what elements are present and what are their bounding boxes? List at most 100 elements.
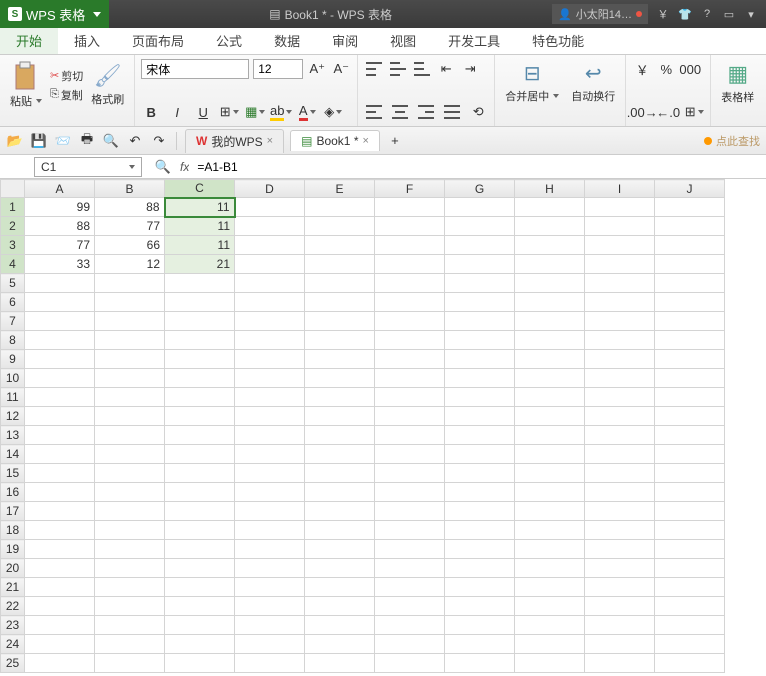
cell[interactable]: [585, 597, 655, 616]
cell[interactable]: [585, 635, 655, 654]
tab-layout[interactable]: 页面布局: [116, 28, 200, 54]
underline-button[interactable]: U: [193, 102, 213, 122]
cell[interactable]: [515, 464, 585, 483]
cell[interactable]: [25, 654, 95, 673]
cell[interactable]: [235, 597, 305, 616]
border-button[interactable]: ⊞: [219, 102, 239, 122]
cell[interactable]: [445, 274, 515, 293]
cell[interactable]: [305, 236, 375, 255]
cell[interactable]: [375, 255, 445, 274]
cell[interactable]: [655, 635, 725, 654]
select-all-corner[interactable]: [1, 180, 25, 198]
cell[interactable]: 11: [165, 236, 235, 255]
shirt-icon[interactable]: 👕: [678, 7, 692, 21]
print-icon[interactable]: 🖶: [78, 132, 96, 150]
cell[interactable]: [165, 635, 235, 654]
row-header[interactable]: 5: [1, 274, 25, 293]
cell[interactable]: [235, 540, 305, 559]
name-box[interactable]: C1: [34, 157, 142, 177]
cell[interactable]: [585, 198, 655, 217]
cell[interactable]: [515, 616, 585, 635]
cell[interactable]: [305, 198, 375, 217]
row-header[interactable]: 11: [1, 388, 25, 407]
cell[interactable]: [585, 293, 655, 312]
tab-review[interactable]: 审阅: [316, 28, 374, 54]
cell[interactable]: [515, 654, 585, 673]
tab-view[interactable]: 视图: [374, 28, 432, 54]
cell[interactable]: [305, 255, 375, 274]
row-header[interactable]: 22: [1, 597, 25, 616]
cell[interactable]: [655, 616, 725, 635]
cell[interactable]: [235, 559, 305, 578]
cell[interactable]: [165, 426, 235, 445]
tab-special[interactable]: 特色功能: [516, 28, 600, 54]
cell[interactable]: [95, 521, 165, 540]
cell[interactable]: [305, 426, 375, 445]
cell[interactable]: [25, 483, 95, 502]
indent-increase-button[interactable]: ⇥: [460, 59, 480, 79]
cell[interactable]: [305, 502, 375, 521]
cell[interactable]: [655, 521, 725, 540]
app-logo[interactable]: S WPS 表格: [0, 0, 109, 28]
cell[interactable]: 21: [165, 255, 235, 274]
cell[interactable]: 77: [95, 217, 165, 236]
align-left-button[interactable]: [364, 102, 384, 122]
cell[interactable]: [95, 426, 165, 445]
cell[interactable]: [655, 369, 725, 388]
cell[interactable]: [305, 559, 375, 578]
cell[interactable]: [655, 198, 725, 217]
cell[interactable]: [445, 578, 515, 597]
cell[interactable]: [235, 331, 305, 350]
cell[interactable]: [305, 464, 375, 483]
cell[interactable]: [515, 521, 585, 540]
cell[interactable]: [375, 426, 445, 445]
cell[interactable]: [375, 559, 445, 578]
cell[interactable]: [515, 426, 585, 445]
save-icon[interactable]: 💾: [30, 132, 48, 150]
row-header[interactable]: 10: [1, 369, 25, 388]
cell[interactable]: [165, 578, 235, 597]
comma-button[interactable]: 000: [680, 59, 700, 79]
cell[interactable]: [375, 578, 445, 597]
tab-dev[interactable]: 开发工具: [432, 28, 516, 54]
cell[interactable]: 99: [25, 198, 95, 217]
cell[interactable]: [445, 312, 515, 331]
cell[interactable]: [95, 483, 165, 502]
cell[interactable]: [655, 255, 725, 274]
cell[interactable]: [235, 217, 305, 236]
cell[interactable]: [95, 540, 165, 559]
cell[interactable]: [515, 445, 585, 464]
row-header[interactable]: 2: [1, 217, 25, 236]
cell[interactable]: [95, 312, 165, 331]
cell[interactable]: [585, 483, 655, 502]
orientation-button[interactable]: ⟲: [468, 102, 488, 122]
cell[interactable]: [235, 255, 305, 274]
cell[interactable]: [95, 350, 165, 369]
cell[interactable]: [375, 236, 445, 255]
cell[interactable]: [445, 445, 515, 464]
cell[interactable]: [445, 483, 515, 502]
cell[interactable]: [235, 464, 305, 483]
cell[interactable]: 77: [25, 236, 95, 255]
cell[interactable]: [585, 616, 655, 635]
row-header[interactable]: 1: [1, 198, 25, 217]
cell[interactable]: [655, 217, 725, 236]
cell[interactable]: [235, 483, 305, 502]
number-format-button[interactable]: ⊞: [684, 102, 704, 122]
row-header[interactable]: 13: [1, 426, 25, 445]
cell[interactable]: [165, 597, 235, 616]
cell[interactable]: [235, 578, 305, 597]
cell[interactable]: [305, 597, 375, 616]
spreadsheet-grid[interactable]: ABCDEFGHIJ199881128877113776611433122156…: [0, 179, 766, 673]
cell[interactable]: [165, 293, 235, 312]
cell[interactable]: [165, 445, 235, 464]
cell[interactable]: [585, 274, 655, 293]
row-header[interactable]: 12: [1, 407, 25, 426]
align-center-button[interactable]: [390, 102, 410, 122]
row-header[interactable]: 23: [1, 616, 25, 635]
column-header[interactable]: E: [305, 180, 375, 198]
cell[interactable]: [95, 616, 165, 635]
cell[interactable]: [375, 350, 445, 369]
clear-format-button[interactable]: ◈: [323, 102, 343, 122]
cell[interactable]: [25, 540, 95, 559]
